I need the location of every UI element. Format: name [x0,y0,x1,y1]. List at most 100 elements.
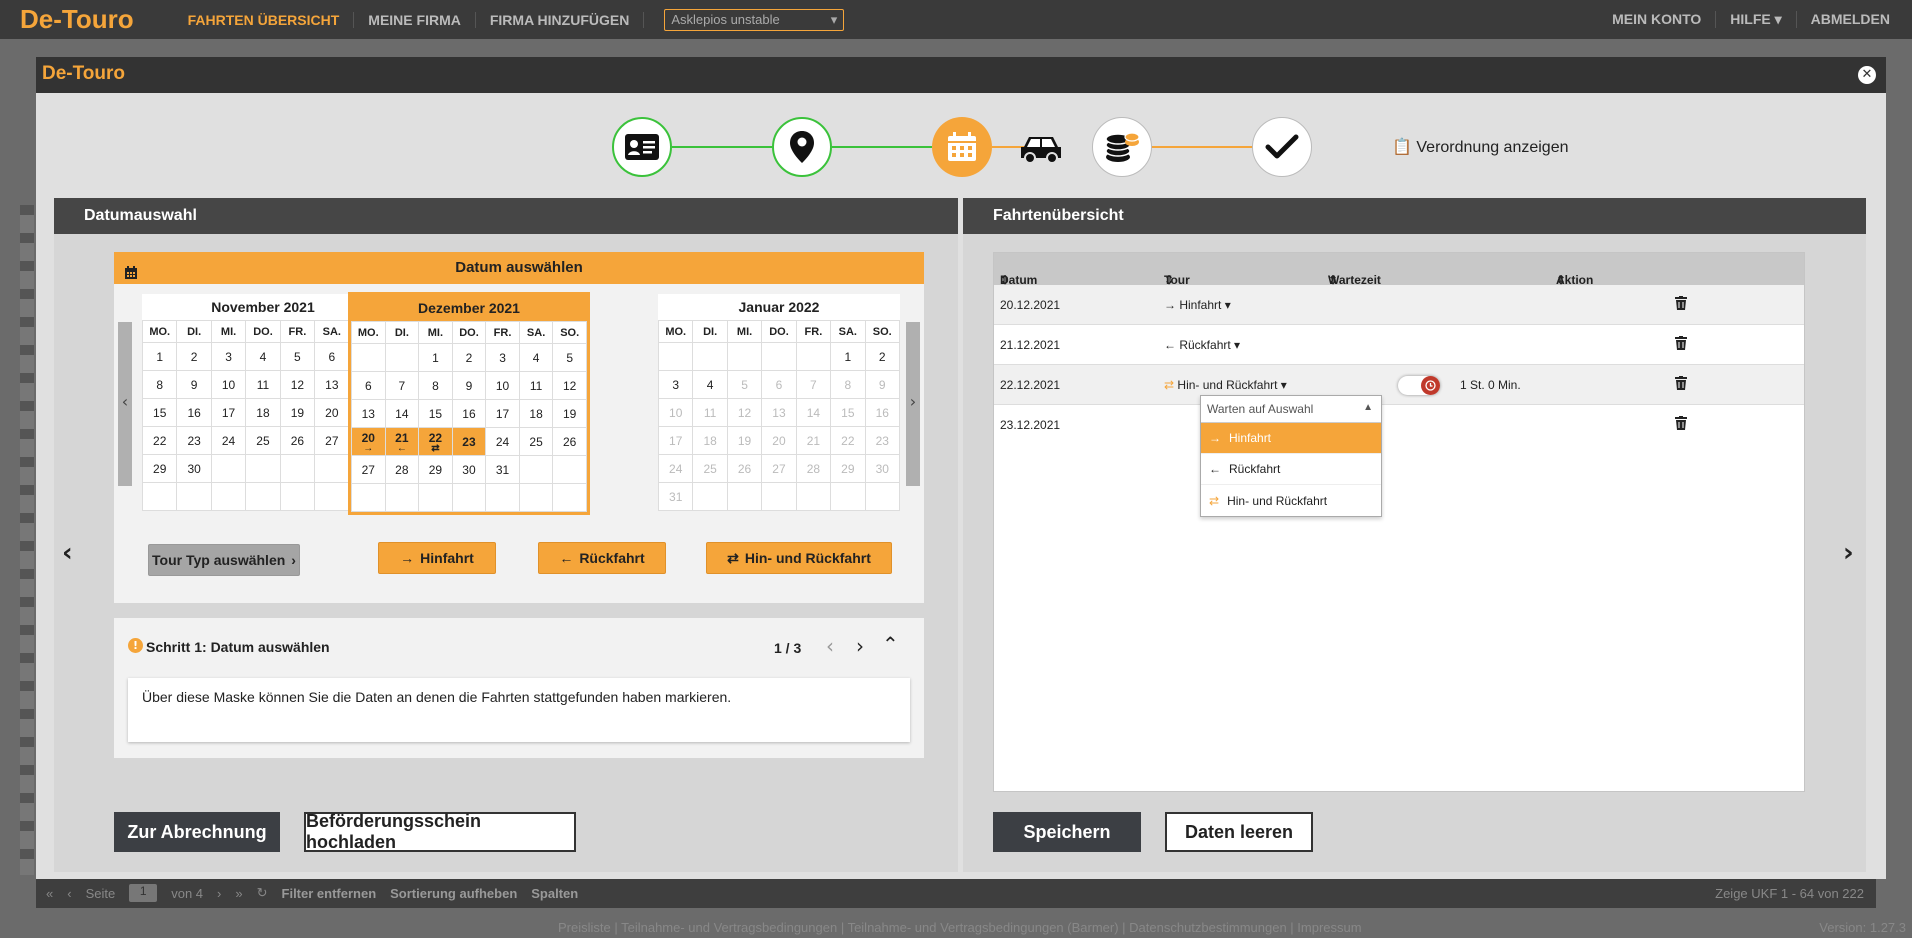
day[interactable]: 9 [451,371,487,400]
day[interactable]: 5 [279,342,316,371]
day[interactable]: 15 [418,399,453,428]
step-next-icon[interactable]: › [856,634,864,658]
save-button[interactable]: Speichern [993,812,1141,852]
row-tour-select[interactable]: ← Rückfahrt ▾ [1164,338,1240,352]
day[interactable]: 6 [314,342,350,371]
next-page-icon[interactable]: › [217,886,221,901]
day[interactable]: 17 [210,398,247,427]
day[interactable]: 14 [384,399,420,428]
day[interactable]: 24 [485,427,520,456]
day[interactable]: 18 [245,398,281,427]
day[interactable]: 22 [141,426,178,455]
rueckfahrt-button[interactable]: ← Rückfahrt [538,542,666,574]
row-tour-select[interactable]: → Hinfahrt ▾ [1164,298,1231,312]
day[interactable]: 16 [451,399,487,428]
day[interactable]: 19 [279,398,316,427]
day[interactable]: 25 [518,427,554,456]
day[interactable]: 31 [485,455,520,484]
day[interactable]: 8 [141,370,178,399]
day[interactable]: 12 [279,370,316,399]
day[interactable]: 10 [210,370,247,399]
day[interactable]: 20 [314,398,350,427]
nav-hilfe[interactable]: HILFE ▾ [1716,11,1797,28]
day[interactable]: 13 [351,399,386,428]
day[interactable]: 4 [692,370,728,399]
day[interactable]: 25 [245,426,281,455]
day[interactable]: 29 [141,454,178,483]
day[interactable]: 3 [485,343,520,372]
step-finish[interactable] [1252,117,1312,177]
day-selected[interactable]: 22 ⇄ [418,427,453,456]
day[interactable]: 8 [418,371,453,400]
page-input[interactable]: 1 [129,884,158,902]
close-icon[interactable]: ✕ [1858,66,1876,84]
hinfahrt-button[interactable]: → Hinfahrt [378,542,496,574]
day[interactable]: 16 [176,398,212,427]
day[interactable]: 2 [864,342,901,371]
wizard-next-icon[interactable]: › [1843,538,1854,568]
day[interactable]: 4 [245,342,281,371]
day[interactable]: 29 [418,455,453,484]
wait-toggle[interactable] [1398,376,1440,395]
nav-mein-konto[interactable]: MEIN KONTO [1598,11,1717,28]
day-selected[interactable]: 20 → [351,427,386,456]
day[interactable]: 15 [141,398,178,427]
step-billing[interactable] [1092,117,1152,177]
day[interactable]: 18 [518,399,554,428]
nav-firma-hinzufuegen[interactable]: FIRMA HINZUFÜGEN [476,11,645,28]
tour-dropdown-head[interactable]: Warten auf Auswahl ▲ [1201,396,1381,423]
calendar-prev-button[interactable]: ‹ [118,322,132,486]
day[interactable]: 27 [351,455,386,484]
collapse-icon[interactable]: ⌃ [882,632,899,656]
day[interactable]: 1 [830,342,866,371]
verordnung-link[interactable]: 📋 Verordnung anzeigen [1392,137,1569,157]
prev-page-icon[interactable]: ‹ [67,886,71,901]
day[interactable]: 2 [451,343,487,372]
day[interactable]: 26 [552,427,587,456]
day[interactable]: 10 [485,371,520,400]
day[interactable]: 9 [176,370,212,399]
calendar-next-button[interactable]: › [906,322,920,486]
day-selected[interactable]: 21 ← [384,427,420,456]
tour-dropdown[interactable]: Warten auf Auswahl ▲ → Hinfahrt ← Rückfahr… [1200,395,1382,517]
day[interactable]: 5 [552,343,587,372]
day[interactable]: 11 [245,370,281,399]
day[interactable]: 3 [657,370,694,399]
day[interactable]: 23 [176,426,212,455]
day[interactable]: 30 [451,455,487,484]
nav-fahrten-uebersicht[interactable]: FAHRTEN ÜBERSICHT [174,11,355,28]
day[interactable]: 1 [141,342,178,371]
day[interactable]: 11 [518,371,554,400]
option-hin-und-rueckfahrt[interactable]: ⇄ Hin- und Rückfahrt [1201,485,1381,516]
nav-meine-firma[interactable]: MEINE FIRMA [354,11,476,28]
day[interactable]: 4 [518,343,554,372]
day[interactable]: 3 [210,342,247,371]
filter-remove-button[interactable]: Filter entfernen [282,886,377,901]
last-page-icon[interactable]: » [235,886,242,901]
day[interactable]: 6 [351,371,386,400]
day[interactable]: 27 [314,426,350,455]
option-rueckfahrt[interactable]: ← Rückfahrt [1201,454,1381,485]
day[interactable]: 13 [314,370,350,399]
clear-button[interactable]: Daten leeren [1165,812,1313,852]
day[interactable]: 26 [279,426,316,455]
wizard-prev-icon[interactable]: ‹ [62,538,73,568]
columns-button[interactable]: Spalten [531,886,578,901]
day[interactable]: 2 [176,342,212,371]
day[interactable]: 19 [552,399,587,428]
nav-abmelden[interactable]: ABMELDEN [1797,11,1904,28]
sort-reset-button[interactable]: Sortierung aufheben [390,886,517,901]
row-tour-select[interactable]: ⇄ Hin- und Rückfahrt ▾ [1164,378,1287,392]
step-prev-icon[interactable]: ‹ [826,634,834,658]
day[interactable]: 12 [552,371,587,400]
trash-icon[interactable] [1675,376,1687,393]
app-logo[interactable]: De-Touro [20,4,134,35]
day[interactable]: 17 [485,399,520,428]
day[interactable]: 1 [418,343,453,372]
trash-icon[interactable] [1675,336,1687,353]
trash-icon[interactable] [1675,416,1687,433]
day[interactable]: 30 [176,454,212,483]
day[interactable]: 28 [384,455,420,484]
option-hinfahrt[interactable]: → Hinfahrt [1201,423,1381,454]
day[interactable]: 7 [384,371,420,400]
